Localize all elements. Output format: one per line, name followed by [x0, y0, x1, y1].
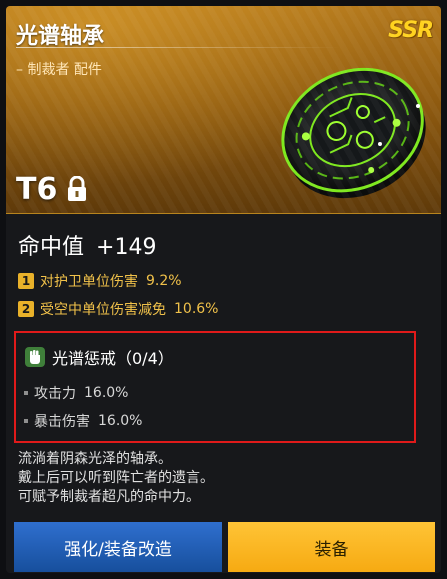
- description-line: 流淌着阴森光泽的轴承。: [18, 451, 172, 467]
- item-header: 光谱轴承 – 制裁者 配件 SSR T6: [6, 6, 441, 214]
- sub-stat-value: 9.2%: [146, 273, 182, 289]
- bullet: [24, 391, 28, 395]
- item-subtitle: – 制裁者 配件: [16, 62, 102, 78]
- main-stat: 命中值 +149: [18, 229, 156, 261]
- set-bonus-title: 光谱惩戒（0/4）: [52, 349, 174, 368]
- lock-icon[interactable]: [66, 176, 88, 202]
- equip-button[interactable]: 装备: [228, 522, 435, 572]
- bullet: [24, 419, 28, 423]
- set-bonus-value: 16.0%: [84, 385, 129, 401]
- equipment-card: 光谱轴承 – 制裁者 配件 SSR T6 命中值 +149 1 对护卫单位伤害 …: [6, 6, 441, 573]
- sub-stat-value: 10.6%: [174, 301, 219, 317]
- set-bonus-line-2: 暴击伤害 16.0%: [24, 411, 142, 431]
- main-stat-label: 命中值: [18, 235, 85, 260]
- upgrade-button[interactable]: 强化/装备改造: [14, 522, 222, 572]
- main-stat-value: +149: [96, 235, 157, 260]
- set-bonus-panel: 光谱惩戒（0/4） 攻击力 16.0% 暴击伤害 16.0%: [14, 331, 416, 443]
- sub-stat-2: 2 受空中单位伤害减免 10.6%: [18, 299, 218, 319]
- set-bonus-value: 16.0%: [98, 413, 143, 429]
- fist-icon: [25, 347, 45, 367]
- set-bonus-label: 暴击伤害: [34, 414, 90, 430]
- set-bonus-label: 攻击力: [34, 386, 76, 402]
- rarity-badge: SSR: [388, 18, 434, 43]
- description-line: 可赋予制裁者超凡的命中力。: [18, 489, 200, 505]
- sub-stat-index: 2: [18, 301, 34, 317]
- item-name: 光谱轴承: [16, 24, 105, 49]
- tier-label: T6: [16, 172, 58, 207]
- sub-stat-1: 1 对护卫单位伤害 9.2%: [18, 271, 182, 291]
- set-bonus-line-1: 攻击力 16.0%: [24, 383, 128, 403]
- sub-stat-index: 1: [18, 273, 34, 289]
- item-description: 流淌着阴森光泽的轴承。 戴上后可以听到阵亡者的遗言。 可赋予制裁者超凡的命中力。: [18, 450, 214, 507]
- sub-stat-label: 受空中单位伤害减免: [40, 302, 166, 318]
- set-bonus-title-row: 光谱惩戒（0/4）: [24, 345, 174, 369]
- description-line: 戴上后可以听到阵亡者的遗言。: [18, 470, 214, 486]
- sub-stat-label: 对护卫单位伤害: [40, 274, 138, 290]
- bearing-item-image: [281, 67, 426, 199]
